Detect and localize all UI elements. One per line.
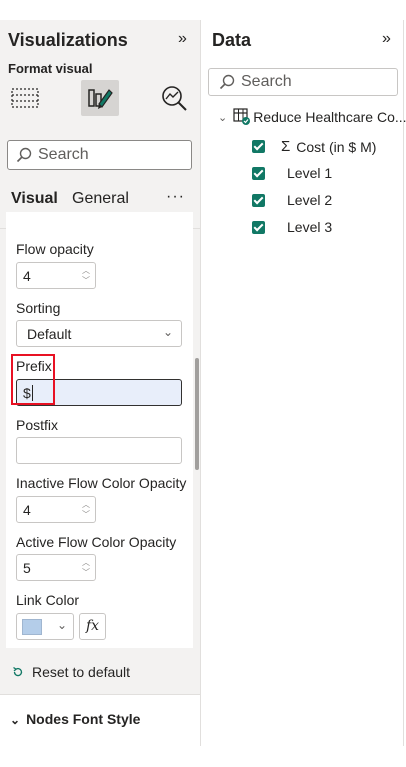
flow-opacity-label: Flow opacity <box>16 241 94 257</box>
link-color-picker[interactable]: ⌄ <box>16 613 74 640</box>
active-flow-opacity-value: 5 <box>23 560 31 576</box>
data-search-input[interactable]: Search <box>208 68 398 96</box>
postfix-label: Postfix <box>16 417 59 433</box>
search-icon <box>16 147 32 163</box>
settings-scrollbar[interactable] <box>195 358 199 470</box>
chevron-down-icon[interactable]: ⌄ <box>218 111 227 124</box>
checkbox-checked[interactable] <box>252 166 265 180</box>
more-options-button[interactable]: ··· <box>166 188 185 206</box>
field-item-level-2[interactable]: Level 2 <box>252 192 332 208</box>
stepper-arrows-icon[interactable]: ︿ ﹀ <box>80 266 92 286</box>
nodes-font-style-label: Nodes Font Style <box>26 711 141 727</box>
field-label: Level 1 <box>287 165 333 181</box>
inactive-flow-opacity-label: Inactive Flow Color Opacity <box>16 475 187 491</box>
checkbox-checked[interactable] <box>252 220 265 234</box>
flow-opacity-value: 4 <box>23 268 31 284</box>
table-icon <box>233 108 251 125</box>
conditional-format-fx-button[interactable]: fx <box>79 613 106 640</box>
prefix-highlight-annotation <box>11 354 55 405</box>
chevron-down-icon: ⌄ <box>10 713 21 727</box>
table-name: Reduce Healthcare Co... <box>253 109 406 125</box>
field-item-level-3[interactable]: Level 3 <box>252 219 332 235</box>
checkbox-checked[interactable] <box>252 193 265 207</box>
chevron-down-icon: ⌄ <box>162 325 173 339</box>
active-flow-opacity-stepper[interactable]: 5 ︿ ﹀ <box>16 554 96 581</box>
table-item[interactable]: ⌄ Reduce Healthcare Co... <box>218 108 406 126</box>
field-label: Level 3 <box>287 219 333 235</box>
data-title: Data <box>212 30 252 50</box>
stepper-arrows-icon[interactable]: ︿ ﹀ <box>80 500 92 520</box>
format-visual-heading: Format visual <box>8 61 93 76</box>
search-icon <box>219 74 235 90</box>
postfix-input[interactable] <box>16 437 182 464</box>
inactive-flow-opacity-value: 4 <box>23 502 31 518</box>
reset-label: Reset to default <box>32 664 131 680</box>
field-item-level-1[interactable]: Level 1 <box>252 165 332 181</box>
field-label: Level 2 <box>287 192 333 208</box>
analytics-icon[interactable] <box>155 80 193 116</box>
sorting-dropdown[interactable]: Default ⌄ <box>16 320 182 347</box>
active-flow-opacity-label: Active Flow Color Opacity <box>16 534 177 550</box>
inactive-flow-opacity-stepper[interactable]: 4 ︿ ﹀ <box>16 496 96 523</box>
data-pane: Data » Search ⌄ Reduce Healthcare Co... … <box>202 20 406 746</box>
collapse-data-button[interactable]: » <box>382 30 391 48</box>
field-label: Cost (in $ M) <box>296 138 377 155</box>
reset-icon <box>13 666 23 677</box>
visualizations-search-input[interactable]: Search <box>7 140 192 170</box>
nodes-font-style-section[interactable]: ⌄ Nodes Font Style <box>0 694 200 746</box>
checkbox-checked[interactable] <box>252 140 265 153</box>
link-color-label: Link Color <box>16 592 80 608</box>
flow-opacity-stepper[interactable]: 4 ︿ ﹀ <box>16 262 96 289</box>
build-visual-icon[interactable] <box>6 80 44 116</box>
collapse-visualizations-button[interactable]: » <box>178 30 187 48</box>
field-item-cost[interactable]: Σ Cost (in $ M) <box>252 138 376 155</box>
tab-general[interactable]: General <box>72 190 129 208</box>
data-search-placeholder: Search <box>241 73 292 90</box>
format-visual-icon[interactable] <box>81 80 119 116</box>
color-swatch <box>22 619 42 635</box>
tab-visual[interactable]: Visual <box>11 190 58 208</box>
search-placeholder: Search <box>38 146 89 163</box>
reset-to-default-button[interactable]: Reset to default <box>12 664 130 680</box>
sorting-value: Default <box>27 326 72 342</box>
sorting-label: Sorting <box>16 300 61 316</box>
stepper-arrows-icon[interactable]: ︿ ﹀ <box>80 558 92 578</box>
visualizations-title: Visualizations <box>8 30 128 50</box>
chevron-down-icon: ⌄ <box>56 618 67 632</box>
sigma-icon: Σ <box>281 138 291 155</box>
